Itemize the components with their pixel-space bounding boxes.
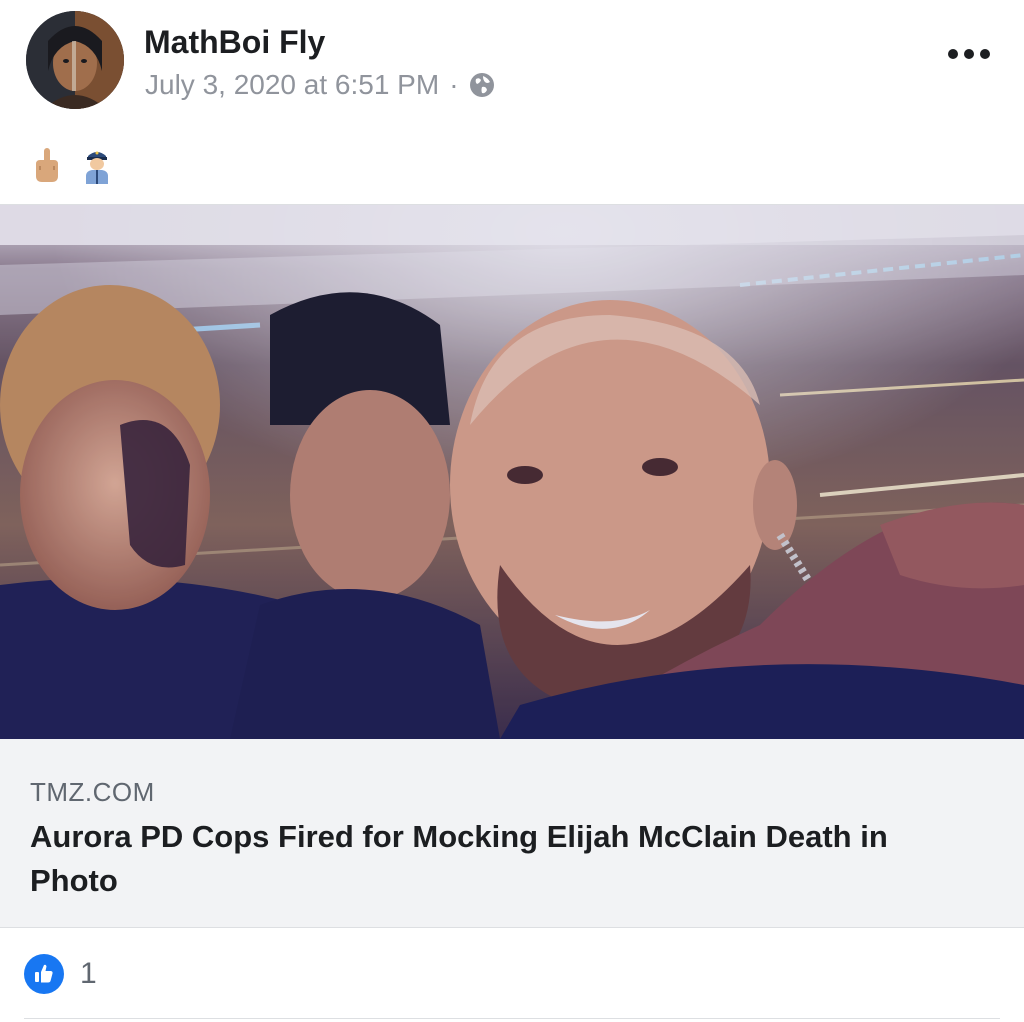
globe-icon [469, 73, 494, 97]
more-options-icon[interactable] [948, 46, 990, 62]
link-preview-info[interactable]: TMZ.COM Aurora PD Cops Fired for Mocking… [0, 739, 1024, 927]
avatar-image [26, 11, 124, 109]
meta-separator: · [449, 69, 459, 100]
link-title[interactable]: Aurora PD Cops Fired for Mocking Elijah … [30, 815, 980, 903]
like-count[interactable]: 1 [80, 957, 97, 991]
post-meta: July 3, 2020 at 6:51 PM · [145, 69, 495, 101]
link-preview-card[interactable]: TMZ.COM Aurora PD Cops Fired for Mocking… [0, 204, 1024, 928]
post-header: MathBoi Fly July 3, 2020 at 6:51 PM · [0, 0, 1024, 130]
link-domain: TMZ.COM [30, 777, 155, 807]
post-timestamp[interactable]: July 3, 2020 at 6:51 PM [145, 69, 439, 101]
selfie-photo-of-officers [0, 205, 1024, 739]
author-avatar[interactable] [26, 11, 124, 109]
link-preview-image[interactable] [0, 205, 1024, 739]
divider [24, 1018, 1000, 1019]
post-text [32, 146, 112, 184]
middle-finger-emoji [36, 148, 58, 182]
like-icon [24, 954, 64, 994]
reaction-summary[interactable]: 1 [24, 954, 97, 994]
author-name[interactable]: MathBoi Fly [144, 24, 325, 61]
police-officer-emoji [86, 151, 108, 184]
